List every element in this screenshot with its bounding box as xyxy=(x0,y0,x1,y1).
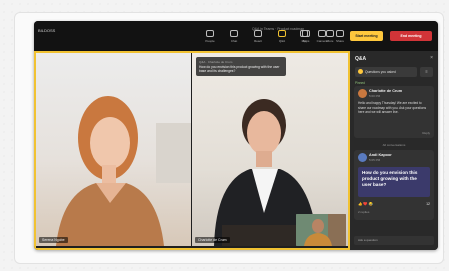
mic-button[interactable]: Mic xyxy=(296,30,312,43)
participant-2-name: Charlotte de Crum xyxy=(195,237,230,243)
pinned-label: Pinned xyxy=(355,81,365,85)
chat-button[interactable]: Chat xyxy=(226,30,242,43)
replies-link[interactable]: 2 replies xyxy=(358,210,369,214)
react-button[interactable]: React xyxy=(250,30,266,43)
qa-icon xyxy=(278,30,286,37)
camera-button[interactable]: Camera xyxy=(314,30,330,43)
meeting-toolbar: BILDOSS Q&A in Teams · Product roadmap P… xyxy=(34,21,438,51)
share-button[interactable]: Share xyxy=(332,30,348,43)
teams-meeting-window: BILDOSS Q&A in Teams · Product roadmap P… xyxy=(34,21,438,250)
question-filter-select[interactable]: Questions you asked xyxy=(355,67,417,77)
media-controls: Mic Camera Share xyxy=(296,30,348,43)
qa-button[interactable]: Q&A xyxy=(274,30,290,43)
reply-link[interactable]: Reply xyxy=(422,131,430,135)
app-name: BILDOSS xyxy=(38,28,56,33)
react-icon xyxy=(254,30,262,37)
question-time: 5:05 PM xyxy=(369,158,381,162)
post-body: Hello and happy Thursday! We are excited… xyxy=(358,101,427,114)
share-icon xyxy=(336,30,344,37)
mic-icon xyxy=(300,30,308,37)
ask-question-input[interactable]: Ask a question xyxy=(354,236,434,245)
panel-title: Q&A xyxy=(355,56,367,62)
post-time: 5:00 PM xyxy=(369,94,381,98)
reactions[interactable]: 👍 ❤️ 😂 xyxy=(358,202,373,206)
question-author: Andi Kapoor xyxy=(369,153,392,157)
filter-icon[interactable]: ≡ xyxy=(420,67,433,77)
avatar xyxy=(358,153,367,162)
start-meeting-button[interactable]: Start meeting xyxy=(350,31,383,41)
qa-panel: Q&A × Questions you asked ≡ Pinned Charl… xyxy=(350,51,438,250)
question-banner: Q&A · Charlotte de Crum How do you envis… xyxy=(196,57,286,77)
participant-3-portrait xyxy=(296,214,346,246)
video-tile-participant-1[interactable]: Serena Ngobe xyxy=(36,53,191,246)
end-meeting-button[interactable]: End meeting xyxy=(390,31,432,41)
camera-icon xyxy=(318,30,326,37)
question-text: How do you envision this product growing… xyxy=(358,167,430,197)
reaction-count: 12 xyxy=(426,202,430,206)
video-tile-participant-3[interactable] xyxy=(296,214,346,246)
avatar xyxy=(358,89,367,98)
participant-1-name: Serena Ngobe xyxy=(39,237,68,243)
participant-1-portrait xyxy=(56,96,191,246)
post-author: Charlotte de Crum xyxy=(369,89,403,93)
people-button[interactable]: People xyxy=(202,30,218,43)
pinned-post-card[interactable]: Charlotte de Crum 5:00 PM Hello and happ… xyxy=(354,86,434,138)
people-icon xyxy=(206,30,214,37)
user-icon xyxy=(358,69,363,74)
section-divider: All conversations xyxy=(382,143,406,147)
close-icon[interactable]: × xyxy=(430,55,433,61)
question-banner-heading: Q&A · Charlotte de Crum xyxy=(199,60,233,64)
question-banner-text: How do you envision this product growing… xyxy=(199,65,280,74)
chat-icon xyxy=(230,30,238,37)
question-card[interactable]: Andi Kapoor 5:05 PM How do you envision … xyxy=(354,150,434,220)
